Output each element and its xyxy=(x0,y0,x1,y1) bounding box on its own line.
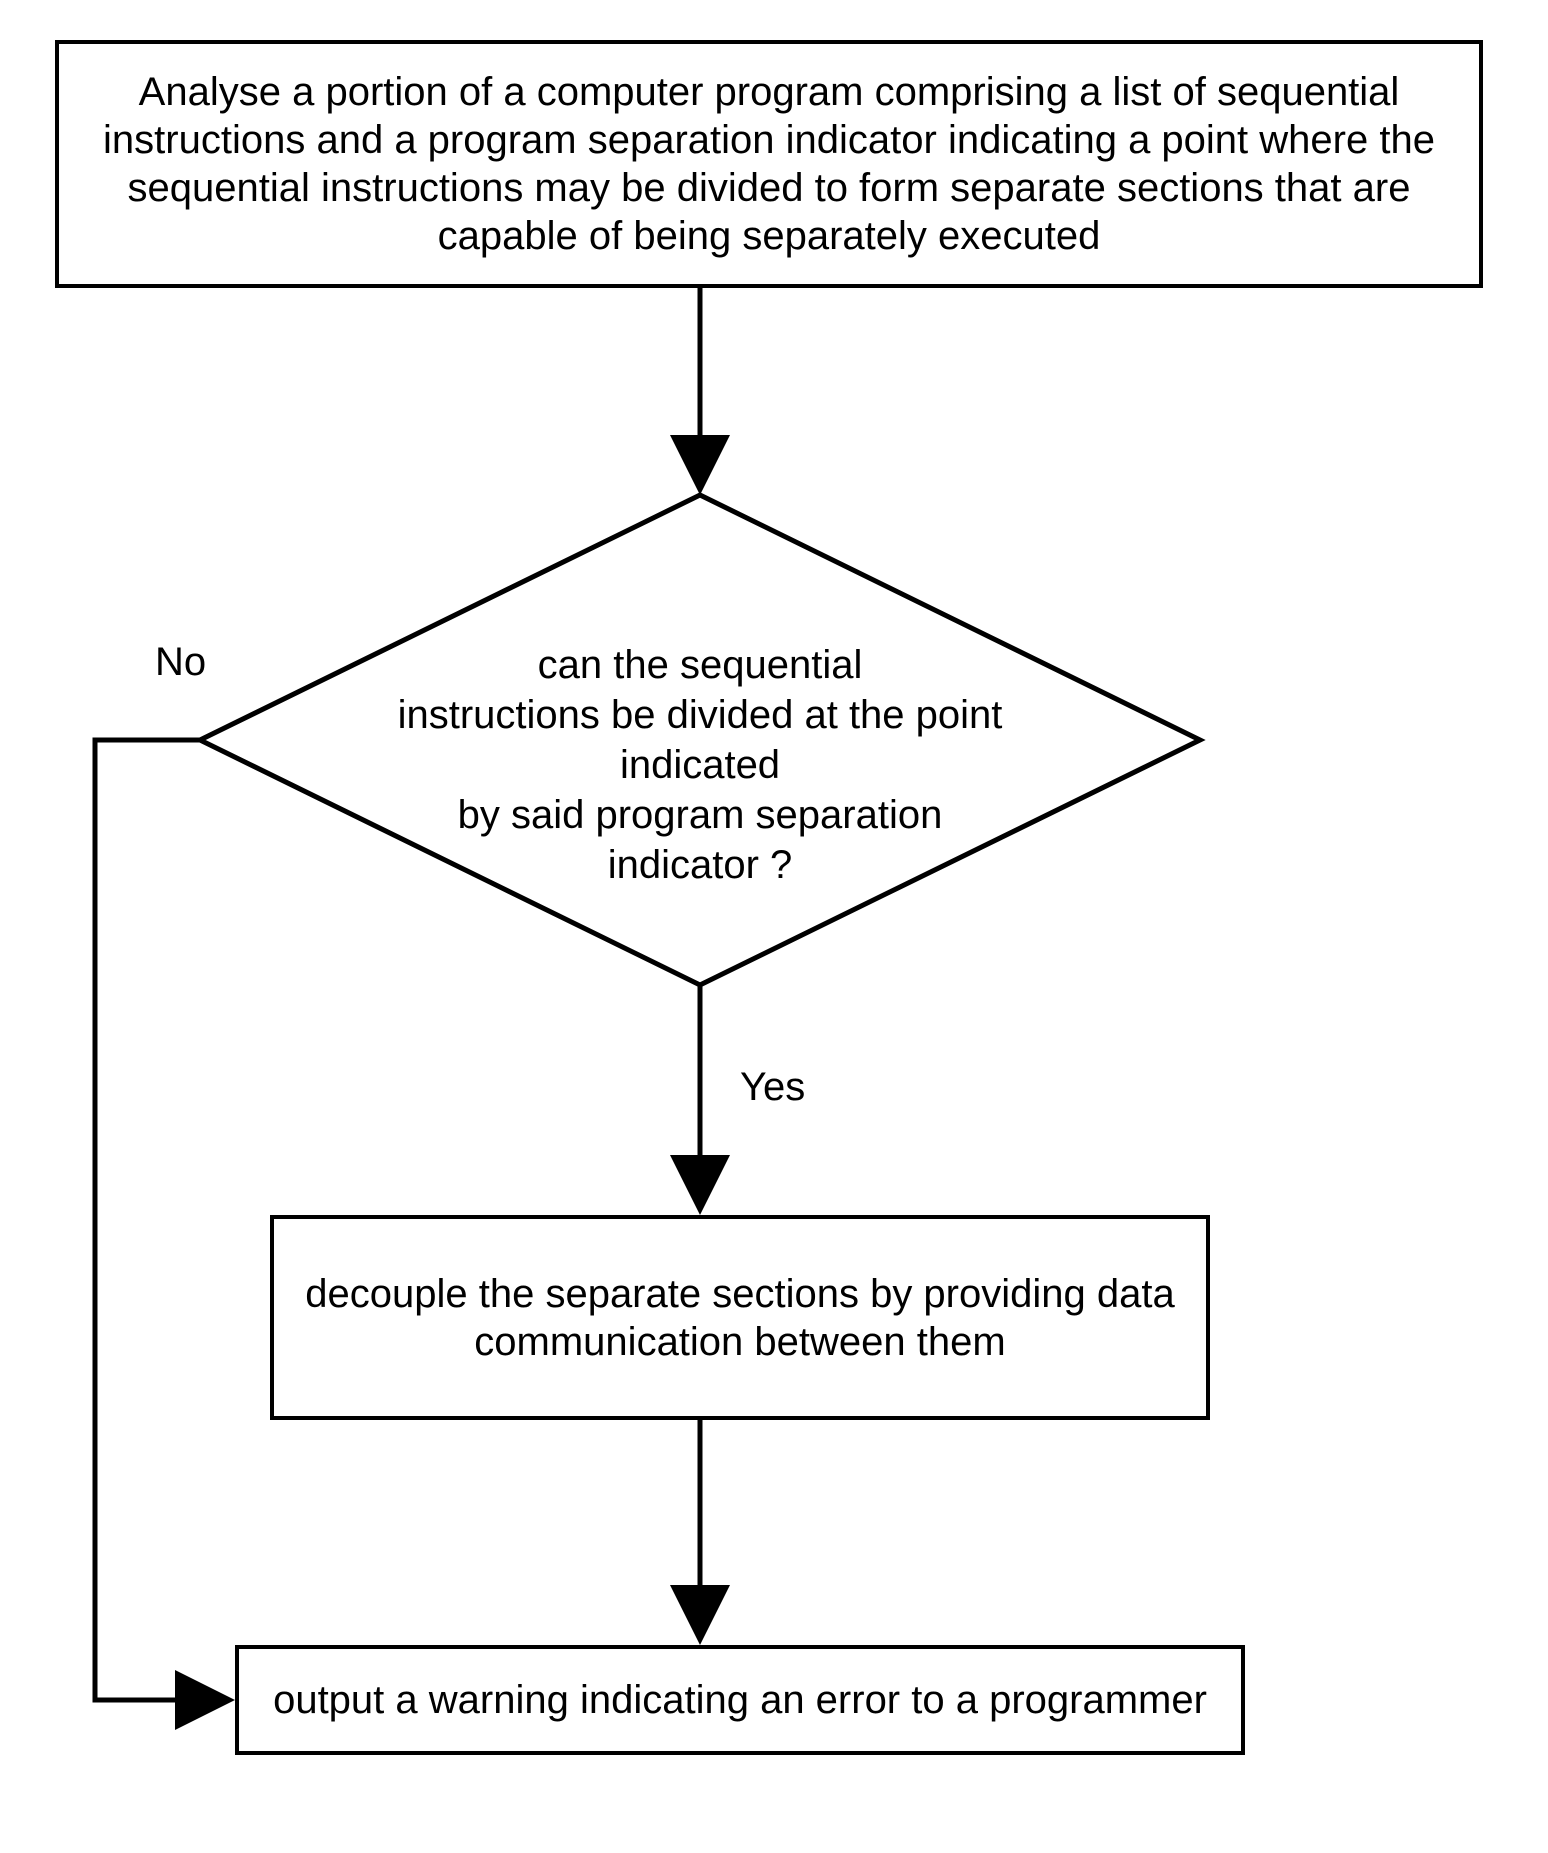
edge-label-yes: Yes xyxy=(740,1065,805,1110)
decision-text: can the sequential instructions be divid… xyxy=(340,640,1060,890)
process-decouple-text: decouple the separate sections by provid… xyxy=(304,1270,1176,1366)
process-analyse-text: Analyse a portion of a computer program … xyxy=(89,68,1449,260)
process-analyse: Analyse a portion of a computer program … xyxy=(55,40,1483,288)
process-decouple: decouple the separate sections by provid… xyxy=(270,1215,1210,1420)
process-output-warning: output a warning indicating an error to … xyxy=(235,1645,1245,1755)
edge-label-no: No xyxy=(155,640,206,685)
process-output-warning-text: output a warning indicating an error to … xyxy=(273,1676,1207,1724)
